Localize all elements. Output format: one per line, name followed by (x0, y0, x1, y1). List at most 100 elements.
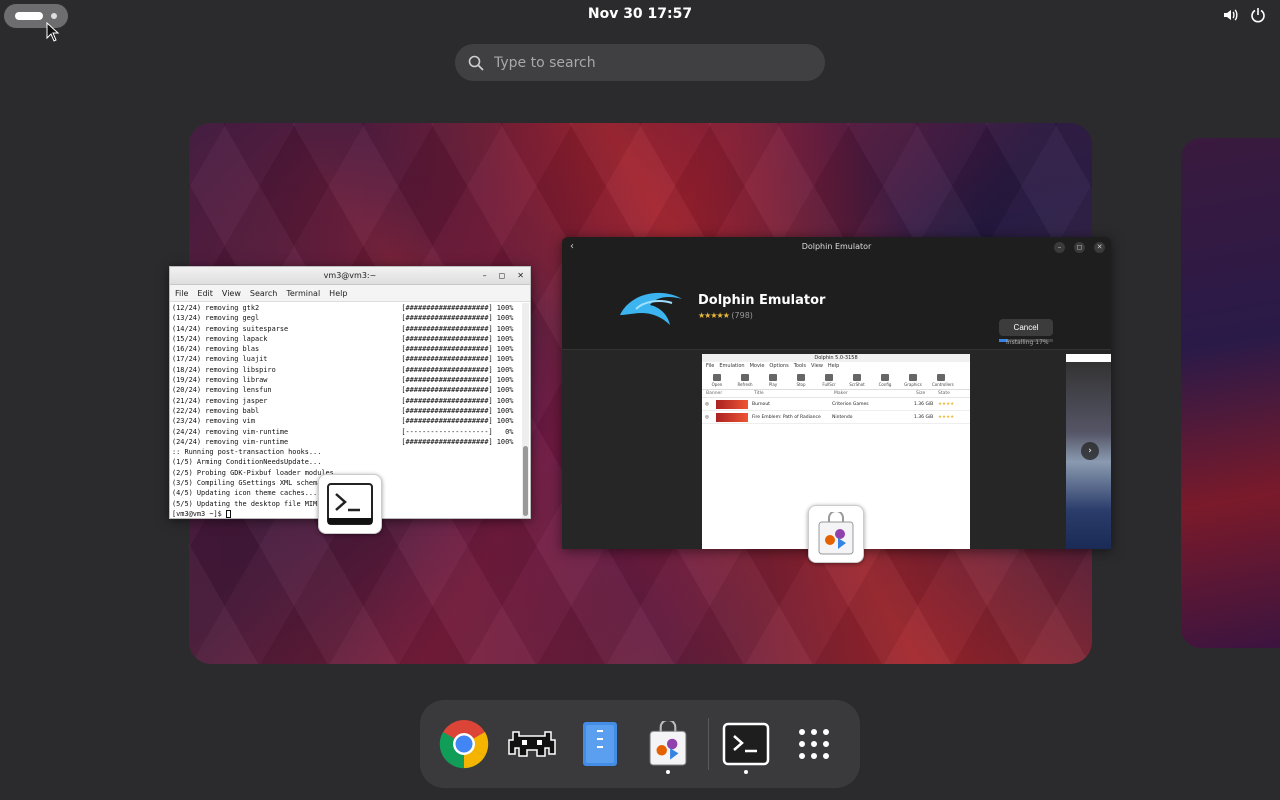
software-store-icon (649, 721, 687, 766)
next-workspace-thumbnail[interactable] (1181, 138, 1280, 648)
terminal-line: (17/24) removing luajit [################… (172, 354, 520, 364)
app-rating: ★★★★★ (798) (698, 311, 753, 320)
game-size: 1.36 GiB (914, 401, 934, 407)
dock-item-software[interactable] (640, 716, 696, 774)
toolbar-icon (937, 374, 945, 381)
dock-item-files[interactable] (572, 716, 628, 772)
search-input[interactable] (494, 54, 794, 71)
toolbar-icon (797, 374, 805, 381)
dock-item-retroarch[interactable] (504, 716, 560, 772)
screenshot-table: ◎ Burnout Criterion Games 1.36 GiB ★★★★ ◎ Fire… (702, 398, 970, 424)
game-maker: Criterion Games (832, 401, 869, 407)
terminal-line-progress: [####################] 100% (401, 365, 514, 374)
maximize-button[interactable]: ◻ (499, 267, 506, 285)
software-app-badge (808, 505, 864, 563)
volume-icon[interactable] (1222, 7, 1238, 23)
screenshot-tool: Open (708, 374, 726, 387)
terminal-title: vm3@vm3:~ (323, 271, 377, 280)
minimize-button[interactable]: – (483, 267, 487, 285)
search-icon (468, 55, 484, 71)
terminal-line: :: Running post-transaction hooks... (172, 447, 520, 457)
game-banner (716, 399, 748, 409)
software-titlebar[interactable]: ‹ Dolphin Emulator – ◻ ✕ (562, 237, 1111, 257)
terminal-line-progress: [####################] 100% (401, 334, 514, 343)
dock-item-terminal[interactable] (718, 716, 774, 774)
terminal-line-text: (23/24) removing vim (172, 417, 255, 426)
game-size: 1.36 GiB (914, 414, 934, 420)
workspace-indicator-active (15, 12, 43, 20)
menu-view[interactable]: View (222, 285, 241, 301)
back-icon[interactable]: ‹ (570, 237, 574, 257)
screenshot-table-header: Banner Title Maker Size State (702, 390, 970, 398)
screenshot-menu-item: Movie (749, 363, 765, 369)
rating-stars: ★★★★★ (698, 311, 730, 320)
terminal-scrollbar[interactable] (522, 303, 529, 518)
menu-search[interactable]: Search (250, 285, 277, 301)
terminal-line: (24/24) removing vim-runtime [-----------… (172, 427, 520, 437)
terminal-icon (722, 722, 770, 766)
screenshot-tool-label: Refresh (737, 382, 753, 387)
running-indicator (744, 770, 748, 774)
system-tray[interactable] (1222, 7, 1266, 23)
minimize-button[interactable]: – (1054, 242, 1065, 253)
terminal-line-progress: [####################] 100% (401, 355, 514, 364)
screenshot-column-header: State (938, 391, 950, 396)
terminal-app-badge (318, 474, 382, 534)
terminal-line-text: (22/24) removing babl (172, 406, 260, 415)
terminal-line-text: (15/24) removing lapack (172, 334, 268, 343)
screenshot-tool-label: Graphics (904, 382, 922, 387)
app-header: Dolphin Emulator ★★★★★ (798) Cancel Inst… (562, 257, 1111, 349)
screenshot-toolbar: Open Refresh Play Stop FullScr ScrShot Config G… (702, 370, 970, 390)
menu-terminal[interactable]: Terminal (286, 285, 320, 301)
terminal-line-progress: [--------------------] 0% (401, 427, 514, 436)
game-banner (716, 412, 748, 422)
dock-item-app-grid[interactable] (786, 716, 842, 772)
maximize-button[interactable]: ◻ (1074, 242, 1085, 253)
dock-item-chrome[interactable] (436, 716, 492, 772)
toolbar-icon (909, 374, 917, 381)
screenshot-menu-item: Help (827, 363, 840, 369)
screenshot-tool-label: Controllers (932, 382, 954, 387)
toolbar-icon (881, 374, 889, 381)
close-button[interactable]: ✕ (1094, 242, 1105, 253)
terminal-line: (20/24) removing lensfun [###############… (172, 385, 520, 395)
terminal-line-text: (24/24) removing vim-runtime (172, 437, 289, 446)
software-window[interactable]: ‹ Dolphin Emulator – ◻ ✕ Dolphin Emulato… (562, 237, 1111, 549)
menu-edit[interactable]: Edit (197, 285, 213, 301)
terminal-line: (13/24) removing gegl [##################… (172, 313, 520, 323)
terminal-line: (23/24) removing vim [###################… (172, 416, 520, 426)
terminal-line-text: (1/5) Arming ConditionNeedsUpdate... (172, 458, 322, 467)
screenshot-tool-label: Open (711, 382, 723, 387)
screenshot-tool: Controllers (932, 374, 954, 387)
screenshot-tool: Graphics (904, 374, 922, 387)
rating-count: (798) (731, 311, 753, 320)
terminal-line: (16/24) removing blas [##################… (172, 344, 520, 354)
terminal-line: (1/5) Arming ConditionNeedsUpdate... (172, 457, 520, 467)
install-progress-text: Installing 17% (1006, 339, 1049, 346)
close-button[interactable]: ✕ (517, 267, 524, 285)
screenshot-column-header: Maker (834, 391, 848, 396)
game-state-stars: ★★★★ (938, 414, 955, 420)
screenshot-tool-label: Stop (796, 382, 806, 387)
menu-file[interactable]: File (175, 285, 188, 301)
power-icon[interactable] (1250, 7, 1266, 23)
screenshot-menubar: File Emulation Movie Options Tools View Help (702, 362, 970, 370)
terminal-line-progress: [####################] 100% (401, 417, 514, 426)
cancel-install-button[interactable]: Cancel (999, 319, 1053, 336)
clock[interactable]: Nov 30 17:57 (540, 6, 740, 22)
terminal-line-progress: [####################] 100% (401, 324, 514, 333)
terminal-line-progress: [####################] 100% (401, 345, 514, 354)
terminal-titlebar[interactable]: vm3@vm3:~ – ◻ ✕ (170, 267, 530, 285)
carousel-next-icon[interactable]: › (1081, 442, 1099, 460)
terminal-line-text: (24/24) removing vim-runtime (172, 427, 289, 436)
terminal-line: (15/24) removing lapack [################… (172, 334, 520, 344)
search-bar[interactable] (455, 44, 825, 81)
terminal-line-progress: [####################] 100% (401, 376, 514, 385)
toolbar-icon (769, 374, 777, 381)
retroarch-icon (508, 731, 556, 757)
menu-help[interactable]: Help (329, 285, 347, 301)
terminal-line-text: (16/24) removing blas (172, 345, 260, 354)
terminal-line-text: (18/24) removing libspiro (172, 365, 276, 374)
toolbar-icon (825, 374, 833, 381)
cursor-caret (225, 509, 231, 518)
